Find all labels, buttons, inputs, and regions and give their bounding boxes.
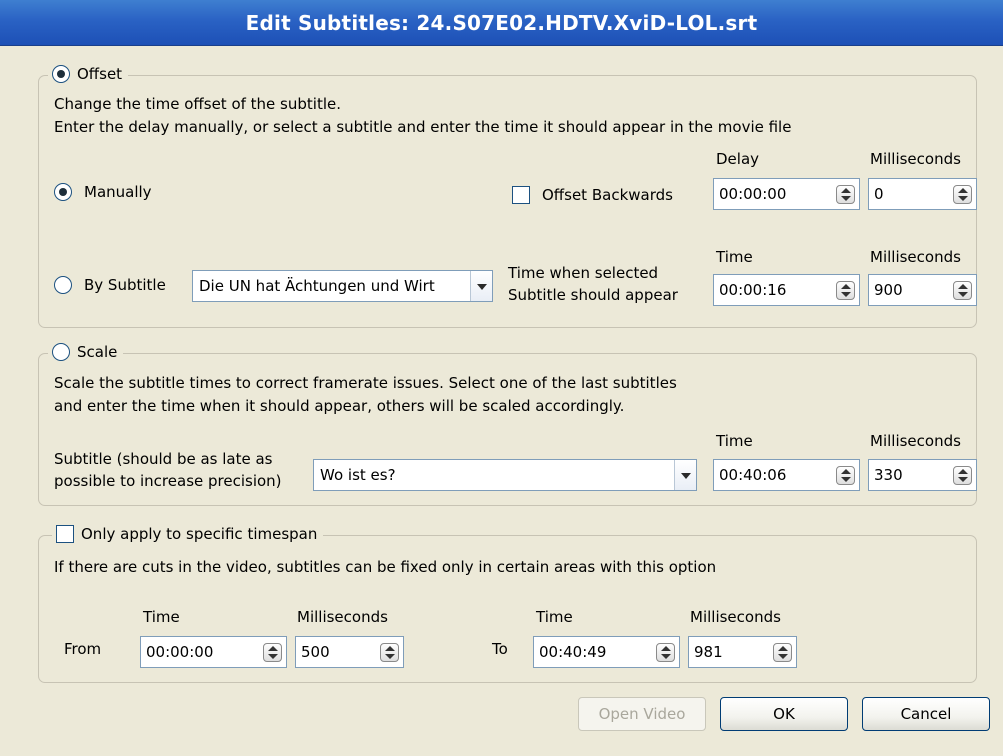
to-time-input[interactable]: 00:40:49 — [533, 636, 680, 668]
delay-time-value: 00:00:00 — [719, 185, 787, 203]
to-ms-value: 981 — [694, 643, 723, 661]
manually-option[interactable]: Manually — [54, 183, 152, 201]
from-time-input[interactable]: 00:00:00 — [140, 636, 287, 668]
subtitle-time-value: 00:00:16 — [719, 281, 787, 299]
offset-label: Offset — [77, 65, 123, 83]
to-time-label: Time — [536, 608, 573, 626]
ok-button[interactable]: OK — [720, 697, 848, 731]
scale-ms-value: 330 — [874, 466, 903, 484]
scale-ms-input[interactable]: 330 — [868, 459, 977, 491]
window-title-bar: Edit Subtitles: 24.S07E02.HDTV.XviD-LOL.… — [0, 0, 1003, 46]
offset-description-1: Change the time offset of the subtitle. — [54, 95, 341, 113]
scale-description-2: and enter the time when it should appear… — [54, 397, 625, 415]
window-title: Edit Subtitles: 24.S07E02.HDTV.XviD-LOL.… — [245, 10, 758, 35]
from-time-spinner-icon[interactable] — [263, 642, 282, 662]
offset-subtitle-select[interactable]: Die UN hat Ächtungen und Wirt — [192, 270, 493, 302]
delay-spinner-icon[interactable] — [836, 184, 855, 204]
by-subtitle-option[interactable]: By Subtitle — [54, 276, 166, 294]
by-subtitle-radio[interactable] — [54, 276, 72, 294]
subtitle-ms-input[interactable]: 900 — [868, 274, 977, 306]
from-ms-value: 500 — [301, 643, 330, 661]
from-ms-label: Milliseconds — [297, 608, 388, 626]
time-when-label-1: Time when selected — [508, 264, 659, 282]
offset-subtitle-value: Die UN hat Ächtungen und Wirt — [199, 277, 435, 295]
scale-radio[interactable] — [52, 343, 70, 361]
delay-ms-spinner-icon[interactable] — [953, 184, 972, 204]
scale-description-1: Scale the subtitle times to correct fram… — [54, 374, 677, 392]
scale-subtitle-select[interactable]: Wo ist es? — [313, 459, 697, 491]
scale-subtitle-label-2: possible to increase precision) — [54, 472, 282, 490]
delay-ms-label: Milliseconds — [870, 150, 961, 168]
offset-radio[interactable] — [52, 65, 70, 83]
subtitle-ms-label: Milliseconds — [870, 248, 961, 266]
scale-subtitle-value: Wo ist es? — [320, 466, 396, 484]
cancel-button[interactable]: Cancel — [862, 697, 990, 731]
scale-time-label: Time — [716, 432, 753, 450]
to-ms-label: Milliseconds — [690, 608, 781, 626]
subtitle-ms-spinner-icon[interactable] — [953, 280, 972, 300]
offset-description-2: Enter the delay manually, or select a su… — [54, 118, 792, 136]
subtitle-time-input[interactable]: 00:00:16 — [713, 274, 860, 306]
timespan-legend[interactable]: Only apply to specific timespan — [52, 523, 324, 545]
subtitle-time-label: Time — [716, 248, 753, 266]
offset-backwards-option[interactable]: Offset Backwards — [512, 186, 673, 204]
scale-subtitle-label-1: Subtitle (should be as late as — [54, 450, 273, 468]
delay-label: Delay — [716, 150, 760, 168]
to-time-value: 00:40:49 — [539, 643, 607, 661]
scale-time-value: 00:40:06 — [719, 466, 787, 484]
from-ms-spinner-icon[interactable] — [380, 642, 399, 662]
timespan-label: Only apply to specific timespan — [81, 525, 318, 543]
by-subtitle-label: By Subtitle — [84, 276, 166, 294]
from-label: From — [64, 640, 102, 658]
scale-legend[interactable]: Scale — [48, 341, 124, 363]
to-ms-spinner-icon[interactable] — [773, 642, 792, 662]
manually-radio[interactable] — [54, 183, 72, 201]
scale-ms-spinner-icon[interactable] — [953, 465, 972, 485]
offset-backwards-checkbox[interactable] — [512, 186, 530, 204]
scale-time-input[interactable]: 00:40:06 — [713, 459, 860, 491]
subtitle-ms-value: 900 — [874, 281, 903, 299]
from-time-value: 00:00:00 — [146, 643, 214, 661]
time-when-label-2: Subtitle should appear — [508, 286, 678, 304]
offset-backwards-label: Offset Backwards — [542, 186, 673, 204]
subtitle-time-spinner-icon[interactable] — [836, 280, 855, 300]
timespan-checkbox[interactable] — [56, 525, 74, 543]
to-label: To — [492, 640, 508, 658]
scale-ms-label: Milliseconds — [870, 432, 961, 450]
delay-ms-value: 0 — [874, 185, 884, 203]
chevron-down-icon[interactable] — [674, 460, 696, 490]
delay-ms-input[interactable]: 0 — [868, 178, 977, 210]
from-time-label: Time — [143, 608, 180, 626]
timespan-description: If there are cuts in the video, subtitle… — [54, 558, 717, 576]
open-video-button[interactable]: Open Video — [578, 697, 706, 731]
delay-time-input[interactable]: 00:00:00 — [713, 178, 860, 210]
manually-label: Manually — [84, 183, 152, 201]
scale-time-spinner-icon[interactable] — [836, 465, 855, 485]
from-ms-input[interactable]: 500 — [295, 636, 404, 668]
to-ms-input[interactable]: 981 — [688, 636, 797, 668]
chevron-down-icon[interactable] — [470, 271, 492, 301]
scale-label: Scale — [77, 343, 118, 361]
offset-legend[interactable]: Offset — [48, 63, 129, 85]
to-time-spinner-icon[interactable] — [656, 642, 675, 662]
